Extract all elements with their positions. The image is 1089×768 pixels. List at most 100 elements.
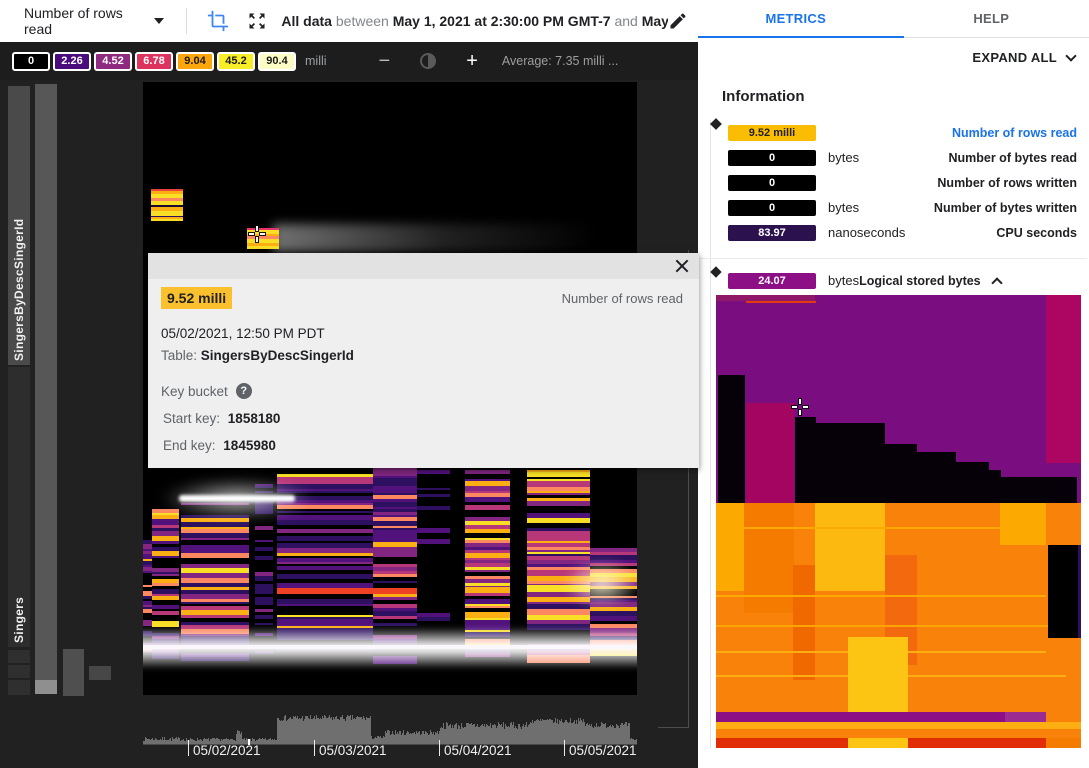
metric-name-label[interactable]: Number of rows written [937,176,1077,190]
minimap-bar [180,741,181,744]
minimap-bar [539,721,540,744]
minimap-bar [327,718,328,744]
minimap-bar [601,722,602,744]
stored-heatmap-block [746,403,794,503]
minimap-bar [278,718,279,744]
minimap-bar [480,726,481,744]
date-range-prefix: All data [281,13,332,29]
stored-bytes-row[interactable]: 24.07bytesLogical stored bytes [712,268,1077,293]
minimap-bar [611,727,612,744]
minimap-position-marker[interactable] [248,739,250,745]
minimap-bar [413,733,414,744]
chevron-up-icon[interactable] [991,277,1002,288]
minimap-bar [295,716,296,744]
minimap-bar [323,718,324,744]
metric-name-label[interactable]: Number of rows read [952,126,1077,140]
minimap-bar [246,738,247,744]
minimap-bar [267,740,268,744]
key-hierarchy-box[interactable]: SingersByDescSingerId [8,86,30,365]
crop-icon[interactable] [207,10,229,32]
key-hierarchy-cell[interactable] [35,680,57,694]
x-axis-tick-label: 05/05/2021 [569,743,637,758]
minimap-bar [454,725,455,744]
color-scale-bar: 02.264.526.789.0445.290.4 milli − + Aver… [0,42,698,80]
key-hierarchy-cell[interactable] [8,665,30,678]
stored-bytes-heatmap[interactable] [716,295,1081,748]
metric-selector-dropdown[interactable]: Number of rows read [24,5,164,37]
section-divider [700,258,1087,259]
metric-value-badge: 0 [728,175,816,191]
minimap-bar [260,739,261,744]
stored-bytes-metric-row[interactable]: 24.07bytesLogical stored bytes [712,268,1001,293]
minimap-bar [151,739,152,744]
help-icon[interactable]: ? [236,383,252,399]
key-hierarchy-cell[interactable] [63,649,84,696]
minimap-bar [491,728,492,744]
stored-heatmap-block [716,712,1046,722]
minimap-bar [181,740,182,744]
minimap-bar [465,727,466,744]
minimap-bar [191,739,192,744]
key-hierarchy-cell[interactable] [35,84,57,680]
minimap-bar [258,739,259,744]
minimap-bar [344,719,345,744]
minimap-bar [421,734,422,744]
metric-name-label[interactable]: CPU seconds [996,226,1077,240]
minimap-bar [586,724,587,744]
key-hierarchy-cell[interactable] [8,650,30,663]
minimap-bar [528,725,529,744]
minimap-bar [619,728,620,744]
minimap-bar [339,720,340,744]
scale-decrease-button[interactable]: − [379,50,391,73]
metric-name-label[interactable]: Number of bytes read [948,151,1077,165]
metric-row[interactable]: 0 Number of rows written [712,170,1077,195]
minimap-bar [409,734,410,744]
stored-heatmap-block [1046,738,1081,748]
minimap-bar [196,741,197,744]
metric-row[interactable]: 9.52 milliNumber of rows read [712,120,1077,145]
x-axis-tick [314,740,315,756]
key-hierarchy-box[interactable]: Singers [8,367,30,647]
contrast-icon[interactable] [420,53,436,69]
minimap-bar [576,720,577,744]
metric-selector-label: Number of rows read [24,5,144,37]
minimap-bar [571,723,572,744]
minimap-bar [525,725,526,744]
minimap-bar [223,739,224,744]
metric-row[interactable]: 83.97nanosecondsCPU seconds [712,220,1077,245]
metric-name-label[interactable]: Number of bytes written [934,201,1077,215]
cell-table-row: Table: SingersByDescSingerId [161,348,683,363]
minimap-bar [494,724,495,744]
metric-row[interactable]: 0bytesNumber of bytes written [712,195,1077,220]
key-hierarchy-cell[interactable] [8,680,30,695]
tab-metrics[interactable]: METRICS [698,0,894,37]
key-hierarchy-cell[interactable] [89,666,111,680]
minimap-bar [311,719,312,744]
minimap-bar [294,717,295,744]
minimap-bar [589,724,590,744]
heatmap-stripe [255,486,273,488]
metric-name-label[interactable]: Logical stored bytes [859,274,981,288]
key-visualizer-app: Number of rows read All data between May… [0,0,1089,768]
minimap-bar [615,728,616,744]
minimap-bar [382,738,383,744]
edit-icon[interactable] [668,11,688,31]
scale-increase-button[interactable]: + [466,50,478,73]
minimap-bar [352,715,353,744]
metric-row[interactable]: 0bytesNumber of bytes read [712,145,1077,170]
heatmap-stripe [255,615,273,619]
minimap-bar [520,727,521,744]
expand-all-button[interactable]: EXPAND ALL [972,50,1075,65]
tab-help[interactable]: HELP [894,0,1089,37]
minimap-bar [507,727,508,744]
expand-icon[interactable] [247,11,267,31]
heatmap-stripe [373,660,417,664]
minimap-bar [497,726,498,744]
cell-tooltip: 9.52 milli Number of rows read 05/02/202… [148,253,699,468]
minimap-bar [273,740,274,744]
heatmap-stripe [590,586,637,589]
heatmap-stripe [255,491,273,493]
close-icon[interactable] [673,257,691,275]
minimap-bar [529,724,530,744]
heatmap-stripe [152,656,179,659]
